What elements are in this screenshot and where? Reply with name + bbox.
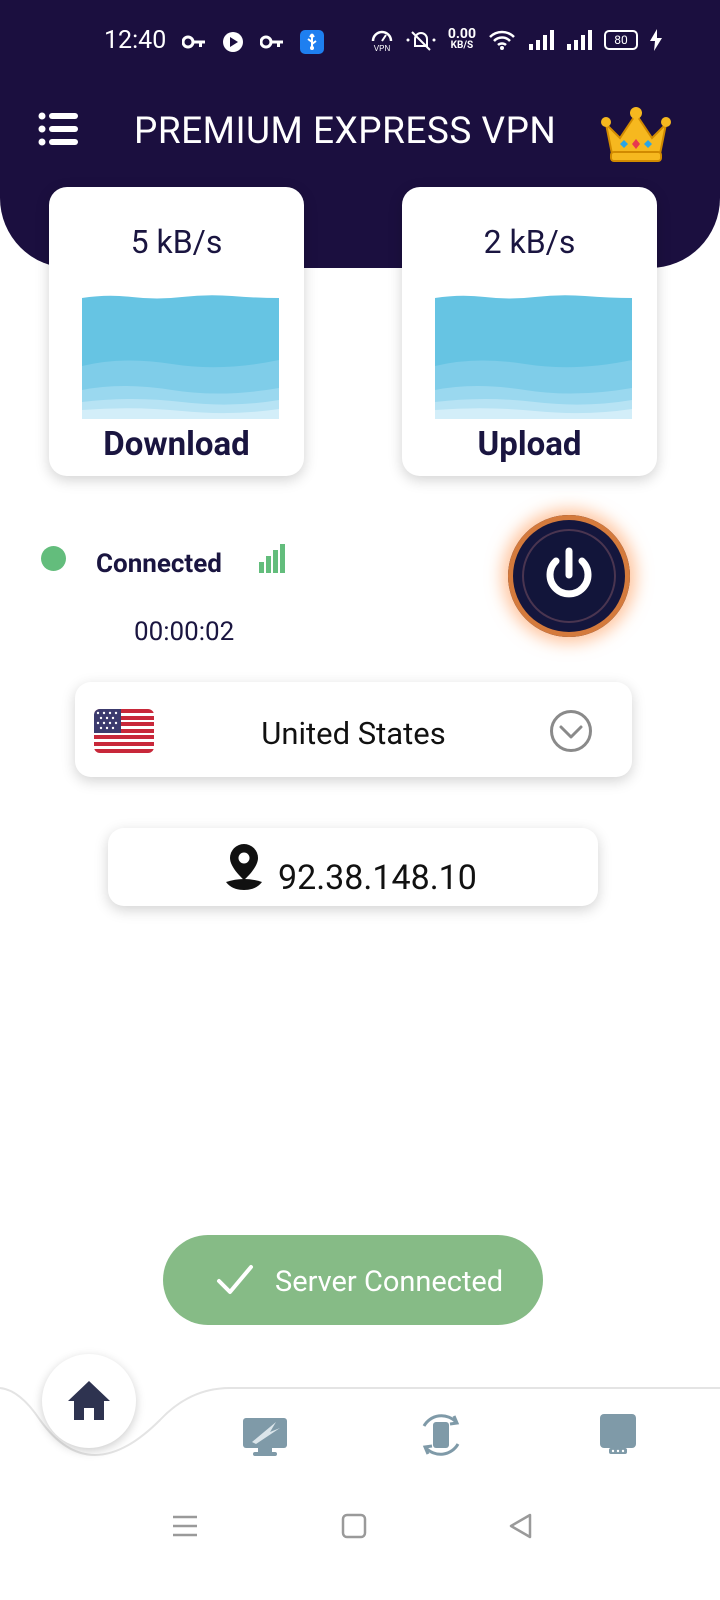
muted-bell-icon xyxy=(406,31,436,51)
connection-status-text: Connected xyxy=(96,549,222,579)
status-time: 12:40 xyxy=(104,26,167,55)
app-title: PREMIUM EXPRESS VPN xyxy=(134,110,557,153)
play-icon xyxy=(223,32,243,52)
home-icon xyxy=(68,1381,110,1420)
charging-icon xyxy=(650,29,662,51)
nav-speed-test-button[interactable] xyxy=(240,1410,290,1460)
wifi-icon xyxy=(489,30,515,50)
usb-icon xyxy=(300,30,324,54)
download-wave-graph xyxy=(82,295,279,419)
power-button[interactable] xyxy=(508,515,630,637)
network-speed-value: 0.00 xyxy=(447,26,476,42)
key-icon xyxy=(182,35,205,49)
download-card: 5 kB/s Download xyxy=(49,187,304,476)
toast-message: Server Connected xyxy=(275,1265,504,1299)
network-speed: 0.00 KB/S xyxy=(447,26,476,51)
square-icon xyxy=(341,1513,367,1539)
nav-home-button[interactable] xyxy=(42,1354,136,1448)
speed-test-icon xyxy=(243,1418,287,1456)
back-triangle-icon xyxy=(509,1513,532,1539)
server-connected-toast: Server Connected xyxy=(163,1235,543,1325)
premium-button[interactable] xyxy=(600,106,672,164)
server-icon xyxy=(600,1414,636,1454)
menu-icon xyxy=(173,1515,197,1537)
connection-status-dot xyxy=(41,546,66,571)
download-speed-value: 5 kB/s xyxy=(130,223,223,261)
upload-speed-value: 2 kB/s xyxy=(483,223,576,261)
crown-icon xyxy=(601,107,671,162)
system-recents-button[interactable] xyxy=(170,1512,200,1540)
location-pin-icon xyxy=(226,844,262,890)
system-back-button[interactable] xyxy=(506,1512,536,1540)
system-home-button[interactable] xyxy=(339,1512,369,1540)
signal-strength-icon xyxy=(259,544,285,573)
menu-list-icon xyxy=(38,112,78,146)
upload-label: Upload xyxy=(477,425,582,464)
upload-wave-graph xyxy=(435,295,632,419)
country-selector[interactable]: United States xyxy=(75,682,632,777)
nav-apps-button[interactable] xyxy=(416,1410,466,1460)
vpn-label: VPN xyxy=(374,44,391,52)
connection-timer: 00:00:02 xyxy=(134,617,235,647)
chevron-down-circle-icon xyxy=(550,710,592,752)
vpn-speed-icon: VPN xyxy=(371,30,393,52)
phone-sync-icon xyxy=(422,1414,460,1456)
system-nav-bar xyxy=(0,1490,720,1600)
power-button-inner xyxy=(522,529,616,623)
battery-indicator: 80 xyxy=(604,30,638,50)
network-speed-unit: KB/S xyxy=(450,40,474,51)
upload-card: 2 kB/s Upload xyxy=(402,187,657,476)
nav-servers-button[interactable] xyxy=(593,1410,643,1460)
signal-bars-icon xyxy=(567,30,592,50)
signal-bars-icon xyxy=(529,30,554,50)
ip-address-box: 92.38.148.10 xyxy=(108,828,598,906)
status-icons-right: VPN 0.00 KB/S 80 xyxy=(370,26,662,52)
status-icons-left xyxy=(182,30,324,54)
key-icon xyxy=(260,35,283,49)
ip-address-text: 92.38.148.10 xyxy=(278,858,477,898)
check-icon xyxy=(217,1265,253,1294)
menu-button[interactable] xyxy=(38,112,80,146)
download-label: Download xyxy=(103,425,250,464)
status-bar: 12:40 VPN 0.00 KB/S 80 xyxy=(0,0,720,72)
power-icon xyxy=(546,547,592,598)
